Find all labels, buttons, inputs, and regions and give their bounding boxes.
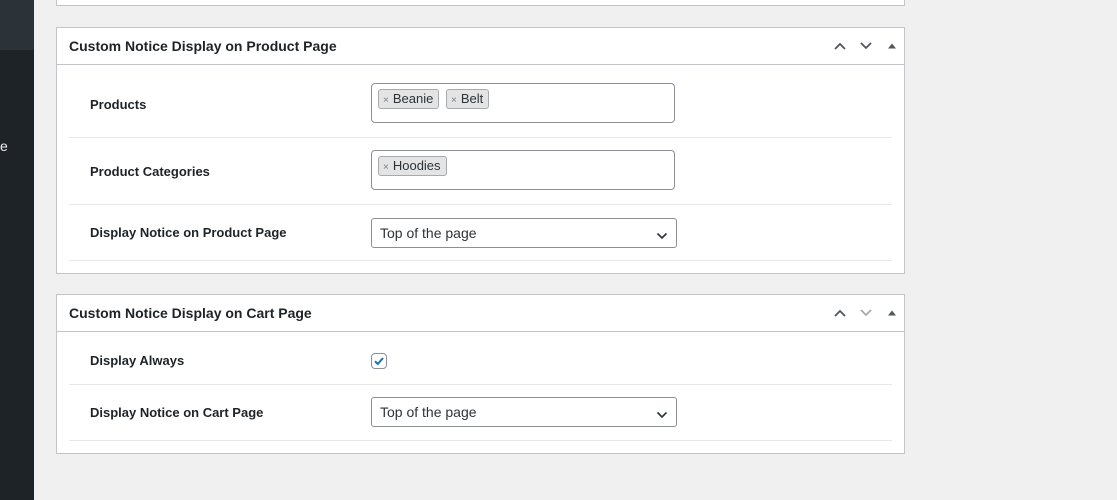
postbox-header: Custom Notice Display on Cart Page xyxy=(57,295,904,332)
token-label: Belt xyxy=(460,91,484,106)
select-value: Top of the page xyxy=(380,404,477,420)
cart-position-select[interactable]: Top of the page xyxy=(371,397,677,427)
product-position-select[interactable]: Top of the page xyxy=(371,218,677,248)
sidebar-menu-label[interactable]: e xyxy=(0,137,8,155)
categories-select[interactable]: × Hoodies xyxy=(371,150,675,190)
chevron-down-icon xyxy=(656,407,668,425)
checkmark-icon xyxy=(374,357,384,366)
selected-product-token: × Beanie xyxy=(378,89,440,109)
triangle-up-icon[interactable] xyxy=(883,37,901,55)
cart-position-row: Display Notice on Cart Page Top of the p… xyxy=(69,385,892,441)
products-row: Products × Beanie × Belt xyxy=(69,65,892,138)
postbox-title: Custom Notice Display on Cart Page xyxy=(69,305,312,321)
product-position-label: Display Notice on Product Page xyxy=(90,225,287,240)
token-label: Beanie xyxy=(392,91,434,106)
display-always-checkbox[interactable] xyxy=(371,353,387,369)
categories-row: Product Categories × Hoodies xyxy=(69,138,892,205)
cart-page-postbox: Custom Notice Display on Cart Page Displ… xyxy=(56,294,905,454)
product-page-postbox: Custom Notice Display on Product Page Pr… xyxy=(56,27,905,274)
products-label: Products xyxy=(90,97,147,112)
token-label: Hoodies xyxy=(392,158,441,173)
remove-token-icon[interactable]: × xyxy=(451,95,457,106)
display-always-row: Display Always xyxy=(69,332,892,385)
chevron-down-icon[interactable] xyxy=(857,304,875,322)
products-select[interactable]: × Beanie × Belt xyxy=(371,83,675,123)
sidebar-active-item[interactable] xyxy=(0,0,34,50)
admin-sidebar: e xyxy=(0,0,34,500)
chevron-down-icon xyxy=(656,228,668,246)
previous-postbox xyxy=(56,0,905,6)
selected-product-token: × Belt xyxy=(446,89,490,109)
select-value: Top of the page xyxy=(380,225,477,241)
postbox-title: Custom Notice Display on Product Page xyxy=(69,38,337,54)
cart-position-label: Display Notice on Cart Page xyxy=(90,405,264,420)
triangle-up-icon[interactable] xyxy=(883,304,901,322)
remove-token-icon[interactable]: × xyxy=(383,162,389,173)
postbox-header: Custom Notice Display on Product Page xyxy=(57,28,904,65)
remove-token-icon[interactable]: × xyxy=(383,95,389,106)
selected-category-token: × Hoodies xyxy=(378,156,447,176)
product-position-row: Display Notice on Product Page Top of th… xyxy=(69,205,892,261)
categories-label: Product Categories xyxy=(90,164,210,179)
chevron-up-icon[interactable] xyxy=(831,37,849,55)
chevron-down-icon[interactable] xyxy=(857,37,875,55)
display-always-label: Display Always xyxy=(90,353,185,368)
chevron-up-icon[interactable] xyxy=(831,304,849,322)
